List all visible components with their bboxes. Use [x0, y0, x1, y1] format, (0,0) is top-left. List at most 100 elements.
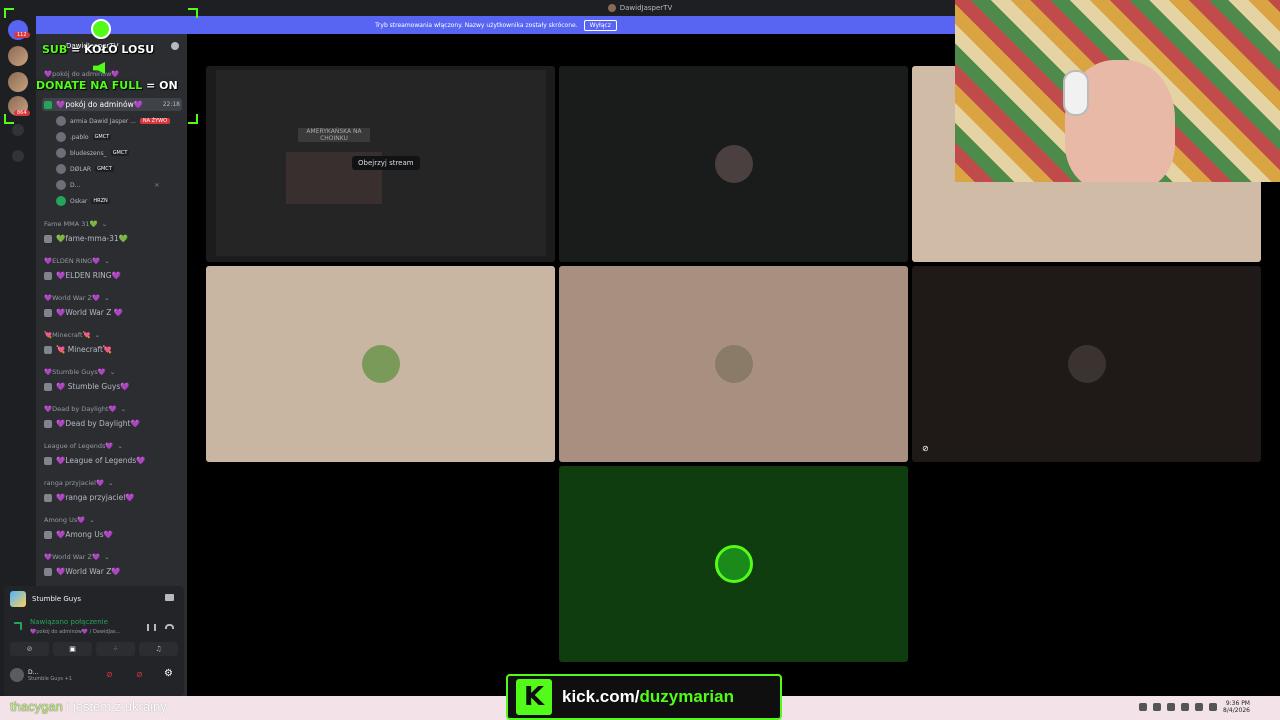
- voice-channel[interactable]: 💜ELDEN RING💜: [44, 271, 121, 280]
- activities-button[interactable]: ⁘: [96, 642, 135, 656]
- voice-user[interactable]: DØLAR GMCT: [56, 164, 114, 174]
- call-timer: 22:18: [162, 101, 180, 108]
- voice-user[interactable]: armia Dawid Jasper ... NA ŻYWO: [56, 116, 170, 126]
- channel-category[interactable]: 💜Stumble Guys💜 ⌄: [44, 368, 115, 376]
- voice-channel[interactable]: 💜World War Z 💜: [44, 308, 123, 317]
- hashtag-icon: [44, 234, 52, 243]
- voice-user[interactable]: Oskar HRZN: [56, 196, 110, 206]
- screen-icon[interactable]: [165, 594, 174, 601]
- category-pokoj-do-adminow[interactable]: 💜pokój do adminów💜: [44, 70, 120, 78]
- kick-logo-icon: K: [516, 679, 552, 715]
- system-tray: 9:36 PM 8/4/2026: [1139, 700, 1250, 714]
- tray-chevron-icon[interactable]: [1139, 703, 1148, 711]
- tray-app-icon[interactable]: [1181, 703, 1190, 711]
- voice-channel[interactable]: 💜World War Z💜: [44, 567, 121, 576]
- server-icon-2[interactable]: [8, 72, 28, 92]
- explore-icon[interactable]: [12, 150, 24, 162]
- user-avatar: [1067, 345, 1106, 383]
- voice-user[interactable]: bludeszens_ GMCT: [56, 148, 130, 158]
- stream-tile[interactable]: ⊘: [912, 266, 1261, 462]
- window-title: DawidJasperTV: [607, 4, 672, 12]
- chevron-down-icon: ⌄: [101, 220, 108, 228]
- muted-icon: ✕: [154, 181, 160, 189]
- voice-channel[interactable]: 💜Among Us💜: [44, 530, 113, 539]
- speaker-icon: [44, 100, 52, 109]
- overlay-frame-corner: [188, 8, 198, 18]
- overlay-sub-line: SUB = KOŁO LOSU: [42, 43, 155, 56]
- disconnect-icon[interactable]: [165, 624, 174, 629]
- channel-category[interactable]: Fame MMA 31💚 ⌄: [44, 220, 107, 228]
- deafen-button[interactable]: ⊘: [136, 670, 150, 680]
- overlay-donate-line: DONATE NA FULL = ON: [36, 79, 178, 92]
- overlay-frame-corner: [4, 114, 14, 124]
- voice-channel[interactable]: 💜ranga przyjaciel💜: [44, 493, 135, 502]
- volume-icon[interactable]: [1209, 703, 1218, 711]
- camera-off-button[interactable]: ⊘: [10, 642, 49, 656]
- channel-category[interactable]: 💜World War Z💜 ⌄: [44, 553, 110, 561]
- mute-mic-button[interactable]: ⊘: [106, 670, 120, 680]
- avatar: [56, 180, 66, 190]
- lock-icon: [44, 419, 52, 428]
- voice-channel[interactable]: 💜League of Legends💜: [44, 456, 146, 465]
- tray-app-icon[interactable]: [1167, 703, 1176, 711]
- soundboard-button[interactable]: ♫: [139, 642, 178, 656]
- avatar: [56, 148, 66, 158]
- lock-icon: [44, 567, 52, 576]
- headphones: [1063, 70, 1089, 116]
- chat-message: i jestem z ukrainy: [66, 699, 167, 714]
- channel-category[interactable]: 💜ELDEN RING💜 ⌄: [44, 257, 110, 265]
- stream-tile[interactable]: [206, 266, 555, 462]
- noise-suppression-icon[interactable]: [147, 624, 156, 631]
- tray-app-icon[interactable]: [1153, 703, 1162, 711]
- add-server-icon[interactable]: [12, 124, 24, 136]
- chevron-down-icon: ⌄: [117, 442, 123, 450]
- chat-username: thacygan: [10, 699, 63, 714]
- members-icon[interactable]: [171, 42, 179, 50]
- user-panel[interactable]: D... Stumble Guys +1: [10, 668, 72, 682]
- settings-gear-icon[interactable]: ⚙: [164, 668, 176, 680]
- channel-category[interactable]: Among Us💜 ⌄: [44, 516, 95, 524]
- connection-status: Nawiązano połączenie: [30, 618, 108, 626]
- user-tag: HRZN: [91, 198, 110, 204]
- live-badge: NA ŻYWO: [139, 118, 170, 124]
- voice-channel[interactable]: 💚fame-mma-31💚: [44, 234, 128, 243]
- channel-category[interactable]: League of Legends💜 ⌄: [44, 442, 123, 450]
- avatar: [56, 164, 66, 174]
- user-avatar: [361, 345, 400, 383]
- voice-user[interactable]: D... ✕: [56, 180, 159, 190]
- wheel-icon: [91, 19, 111, 39]
- kick-url: kick.com/duzymarian: [562, 687, 734, 706]
- voice-channel[interactable]: 💘 Minecraft💘: [44, 345, 112, 354]
- taskbar-clock[interactable]: 9:36 PM 8/4/2026: [1223, 700, 1250, 714]
- channel-category[interactable]: 💜Dead by Daylight💜 ⌄: [44, 405, 126, 413]
- stream-tile-speaking[interactable]: [559, 466, 908, 662]
- channel-category[interactable]: 💜World War Z💜 ⌄: [44, 294, 110, 302]
- channel-category[interactable]: ranga przyjaciel💜 ⌄: [44, 479, 114, 487]
- server-icon: [607, 4, 616, 12]
- voice-actions: ⊘ ▣ ⁘ ♫: [10, 642, 178, 656]
- lock-icon: [44, 456, 52, 465]
- channel-category[interactable]: 💘Minecraft💘 ⌄: [44, 331, 100, 339]
- voice-channel-pokoj-do-adminow[interactable]: 💜pokój do adminów💜 22:18: [42, 98, 182, 111]
- voice-connection-panel: Stumble Guys Nawiązano połączenie 💜pokój…: [4, 586, 184, 696]
- stream-tile[interactable]: [559, 66, 908, 262]
- streamer-mode-banner: Tryb streamowania włączony. Nazwy użytko…: [36, 16, 956, 34]
- stream-tile[interactable]: [559, 266, 908, 462]
- user-avatar: [714, 145, 753, 183]
- share-screen-button[interactable]: ▣: [53, 642, 92, 656]
- server-icon-dawidjasper[interactable]: [8, 46, 28, 66]
- connection-channel[interactable]: 💜pokój do adminów💜 / DawidJas...: [30, 629, 120, 635]
- wifi-icon[interactable]: [1195, 703, 1204, 711]
- disable-streamer-mode-button[interactable]: Wyłącz: [583, 19, 617, 31]
- lock-icon: [44, 493, 52, 502]
- voice-channel[interactable]: 💜 Stumble Guys💜: [44, 382, 130, 391]
- activity-game[interactable]: Stumble Guys: [10, 591, 81, 607]
- voice-channel[interactable]: 💜Dead by Daylight💜: [44, 419, 140, 428]
- voice-user[interactable]: .pablo GMCT: [56, 132, 112, 142]
- lock-icon: [44, 345, 52, 354]
- watch-stream-tooltip[interactable]: Obejrzyj stream: [352, 156, 420, 170]
- streamer-webcam: [955, 0, 1280, 182]
- overlay-frame-corner: [4, 8, 14, 18]
- user-tag: GMCT: [92, 134, 112, 140]
- stream-tile-screenshare[interactable]: AMERYKAŃSKA NA CHOINKU Obejrzyj stream: [206, 66, 555, 262]
